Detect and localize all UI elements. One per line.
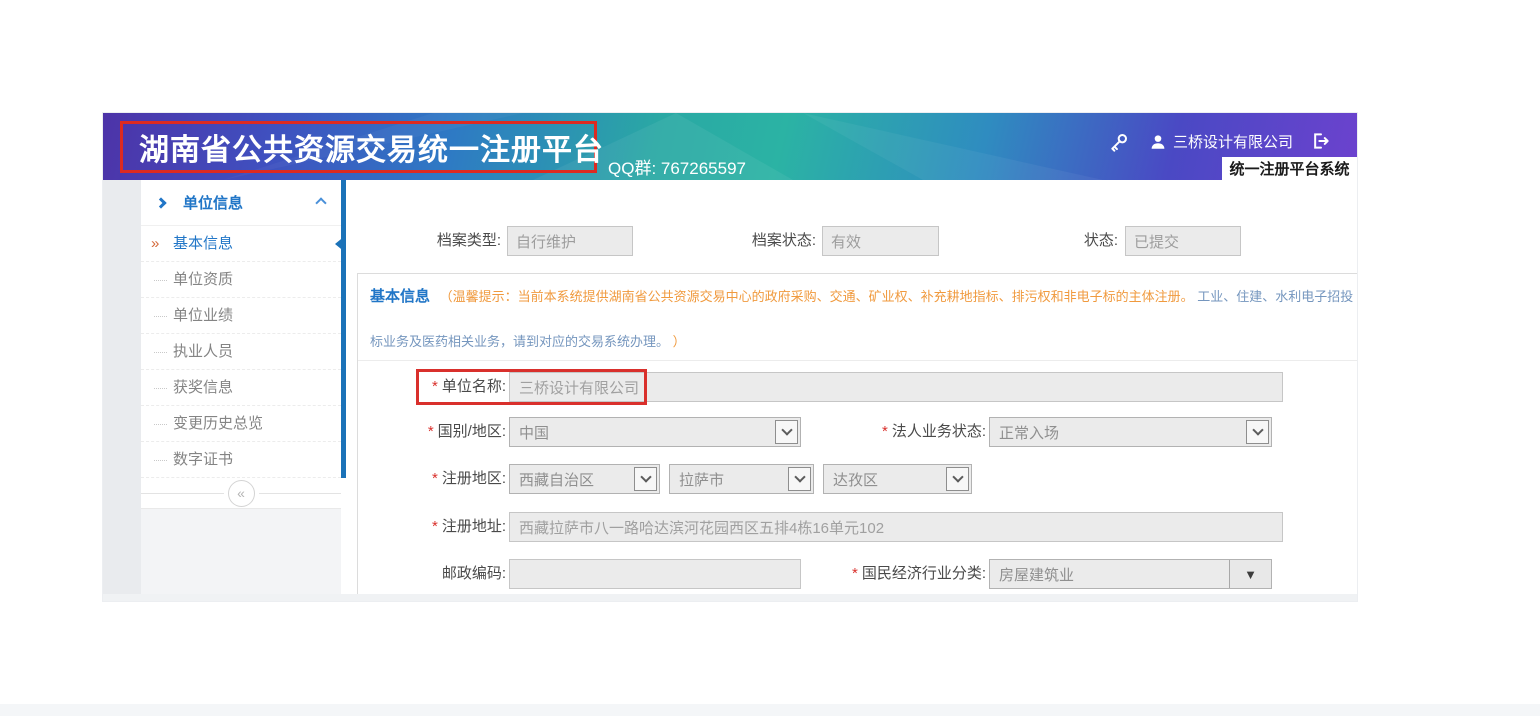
- left-gutter: [103, 180, 141, 601]
- sidebar-group-unit-info[interactable]: 单位信息: [141, 180, 341, 226]
- title-highlight-box: 湖南省公共资源交易统一注册平台: [120, 121, 597, 173]
- sidebar-item-label: 数字证书: [173, 451, 233, 468]
- page-title: 湖南省公共资源交易统一注册平台: [123, 125, 604, 169]
- page-footer-band: [0, 704, 1540, 716]
- archive-type-field[interactable]: [507, 226, 633, 256]
- region-province-select[interactable]: 西藏自治区: [509, 464, 660, 494]
- legal-status-label: *法人业务状态:: [806, 417, 986, 447]
- section-header: 基本信息 （温馨提示：当前本系统提供湖南省公共资源交易中心的政府采购、交通、矿业…: [358, 274, 1357, 361]
- region-label: *注册地区:: [358, 464, 506, 494]
- country-value: 中国: [519, 422, 549, 443]
- chevron-up-icon: [315, 197, 326, 208]
- dropdown-box[interactable]: [634, 467, 657, 491]
- region-province-value: 西藏自治区: [519, 469, 594, 490]
- user-account[interactable]: 三桥设计有限公司: [1149, 131, 1293, 152]
- system-tab[interactable]: 统一注册平台系统: [1222, 157, 1357, 180]
- sidebar-item-basic-info[interactable]: » 基本信息: [141, 226, 341, 262]
- chevron-right-icon: [155, 197, 166, 208]
- industry-label: *国民经济行业分类:: [806, 559, 986, 589]
- sidebar-item-unit-performance[interactable]: 单位业绩: [141, 298, 341, 334]
- sidebar-collapse-row: «: [141, 478, 341, 508]
- app-window: 湖南省公共资源交易统一注册平台 QQ群: 767265597 三桥设计有限公司 …: [103, 113, 1357, 601]
- sidebar-group-label: 单位信息: [183, 192, 243, 213]
- archive-status-label: 档案状态:: [676, 226, 816, 256]
- required-asterisk: *: [432, 470, 438, 487]
- sidebar-footer-area: [141, 508, 341, 601]
- app-bottom-strip: [103, 594, 1357, 601]
- region-city-value: 拉萨市: [679, 469, 724, 490]
- sidebar-item-change-history[interactable]: 变更历史总览: [141, 406, 341, 442]
- required-asterisk: *: [428, 423, 434, 440]
- sidebar-item-awards[interactable]: 获奖信息: [141, 370, 341, 406]
- sidebar-item-digital-certificate[interactable]: 数字证书: [141, 442, 341, 478]
- banner-decoration: [803, 113, 1103, 180]
- status-label: 状态:: [986, 226, 1118, 256]
- required-asterisk: *: [852, 565, 858, 582]
- postal-code-field[interactable]: [509, 559, 801, 589]
- legal-status-value: 正常入场: [999, 422, 1059, 443]
- notice-text: （温馨提示：当前本系统提供湖南省公共资源交易中心的政府采购、交通、矿业权、补充耕…: [440, 289, 1194, 304]
- sidebar-item-practitioners[interactable]: 执业人员: [141, 334, 341, 370]
- status-field[interactable]: [1125, 226, 1241, 256]
- user-company-name: 三桥设计有限公司: [1173, 131, 1293, 152]
- user-icon: [1149, 133, 1167, 151]
- sidebar-item-label: 执业人员: [173, 343, 233, 360]
- chevron-down-icon: [781, 424, 792, 435]
- country-select[interactable]: 中国: [509, 417, 801, 447]
- country-label: *国别/地区:: [358, 417, 506, 447]
- chevron-down-icon: [794, 471, 805, 482]
- sidebar-item-label: 单位资质: [173, 271, 233, 288]
- sidebar-item-label: 单位业绩: [173, 307, 233, 324]
- industry-value: 房屋建筑业: [999, 564, 1074, 585]
- sidebar-item-unit-qualification[interactable]: 单位资质: [141, 262, 341, 298]
- section-title: 基本信息: [370, 288, 430, 305]
- sidebar-item-label: 基本信息: [173, 235, 233, 252]
- logout-icon[interactable]: [1311, 131, 1331, 151]
- required-asterisk: *: [882, 423, 888, 440]
- main-content: 档案类型: 档案状态: 状态: 基本信息 （温馨提示：当前本系统提供湖南省公共资…: [346, 180, 1357, 601]
- required-asterisk: *: [432, 518, 438, 535]
- sidebar-item-label: 变更历史总览: [173, 415, 263, 432]
- address-field[interactable]: [509, 512, 1283, 542]
- chevron-down-icon: [1252, 424, 1263, 435]
- unit-name-label: *单位名称:: [358, 372, 506, 402]
- region-city-select[interactable]: 拉萨市: [669, 464, 814, 494]
- dropdown-box[interactable]: [1246, 420, 1269, 444]
- app-body: 单位信息 » 基本信息 单位资质 单位业绩 执业人员: [103, 180, 1357, 601]
- postal-code-label: 邮政编码:: [358, 559, 506, 589]
- chevron-down-icon: [952, 471, 963, 482]
- sidebar-item-label: 获奖信息: [173, 379, 233, 396]
- dropdown-box[interactable]: [946, 467, 969, 491]
- key-icon[interactable]: [1109, 132, 1129, 152]
- basic-info-section: 基本信息 （温馨提示：当前本系统提供湖南省公共资源交易中心的政府采购、交通、矿业…: [357, 273, 1357, 601]
- chevron-down-icon: [640, 471, 651, 482]
- sidebar: 单位信息 » 基本信息 单位资质 单位业绩 执业人员: [141, 180, 341, 601]
- sidebar-menu: » 基本信息 单位资质 单位业绩 执业人员 获奖信息: [141, 226, 341, 478]
- active-item-marker: »: [151, 226, 159, 262]
- page: 湖南省公共资源交易统一注册平台 QQ群: 767265597 三桥设计有限公司 …: [0, 0, 1540, 716]
- dropdown-box[interactable]: [775, 420, 798, 444]
- industry-select[interactable]: 房屋建筑业 ▼: [989, 559, 1272, 589]
- divider: [141, 493, 224, 494]
- divider: [259, 493, 342, 494]
- notice-text: ）: [673, 334, 686, 349]
- region-district-value: 达孜区: [833, 469, 878, 490]
- address-label: *注册地址:: [358, 512, 506, 542]
- active-item-arrow: [335, 235, 346, 253]
- unit-name-field[interactable]: [509, 372, 1283, 402]
- dropdown-box[interactable]: [788, 467, 811, 491]
- header-banner: 湖南省公共资源交易统一注册平台 QQ群: 767265597 三桥设计有限公司 …: [103, 113, 1357, 180]
- legal-status-select[interactable]: 正常入场: [989, 417, 1272, 447]
- required-asterisk: *: [432, 378, 438, 395]
- archive-status-field[interactable]: [822, 226, 939, 256]
- archive-type-label: 档案类型:: [366, 226, 501, 256]
- region-district-select[interactable]: 达孜区: [823, 464, 972, 494]
- industry-dropdown-button[interactable]: ▼: [1229, 560, 1271, 588]
- qq-group-label: QQ群: 767265597: [608, 154, 746, 179]
- collapse-sidebar-button[interactable]: «: [228, 480, 255, 507]
